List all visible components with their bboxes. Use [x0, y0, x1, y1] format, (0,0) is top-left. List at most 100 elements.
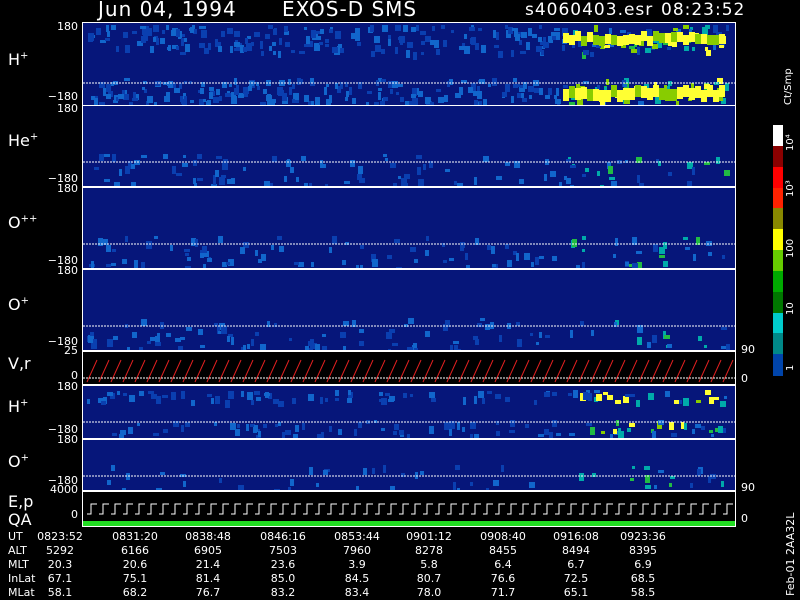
spectrogram-cell: [475, 43, 479, 50]
spectrogram-cell: [637, 338, 642, 344]
spectrogram: [83, 236, 735, 268]
spectrogram-cell: [430, 40, 434, 45]
spectrogram-cell: [213, 97, 219, 103]
spectrogram-cell: [705, 47, 708, 51]
spectrogram-cell: [304, 95, 309, 102]
spectrogram-cell: [378, 88, 382, 91]
spectrogram-cell: [111, 25, 116, 30]
spectrogram-cell: [399, 36, 405, 43]
spectrogram-cell: [620, 30, 626, 33]
spectrogram-cell: [190, 100, 194, 103]
spectrogram-cell: [726, 344, 730, 350]
spectrogram-cell: [607, 395, 613, 400]
label-qa: QA: [8, 510, 32, 529]
spectrogram-cell: [658, 470, 664, 473]
spectrogram-cell: [695, 86, 701, 98]
spectrogram-cell: [632, 466, 635, 469]
spectrogram-cell: [154, 236, 158, 239]
spectrogram-cell: [593, 35, 599, 45]
cell-mlt: 20.3: [47, 558, 73, 571]
spectrogram-cell: [696, 400, 701, 403]
spectrogram-cell: [275, 424, 278, 427]
spectrogram-cell: [623, 35, 629, 45]
spectrogram-cell: [701, 34, 707, 44]
spectrogram-cell: [526, 42, 530, 50]
spectrogram-cell: [320, 29, 324, 34]
spectrogram-cell: [367, 91, 372, 94]
spectrogram: [83, 25, 735, 105]
spectrogram-cell: [692, 429, 695, 434]
label-o-plus: O+: [8, 295, 29, 314]
spectrogram-cell: [659, 33, 665, 43]
mission-name: EXOS-D SMS: [282, 0, 418, 21]
spectrogram-cell: [462, 427, 465, 432]
spectrogram-cell: [707, 85, 713, 97]
spectrogram-cell: [453, 341, 459, 344]
spectrogram-cell: [665, 391, 670, 397]
spectrogram-cell: [544, 429, 549, 435]
spectrogram-cell: [611, 85, 617, 97]
cell-mlt: 5.8: [420, 558, 438, 571]
spectrogram-cell: [278, 90, 284, 96]
spectrogram-cell: [535, 257, 539, 265]
spectrogram-cell: [528, 86, 534, 92]
spectrogram-cell: [203, 99, 206, 102]
spectrogram-cell: [464, 46, 470, 54]
spectrogram-cell: [295, 100, 299, 103]
spectrogram-cell: [423, 164, 426, 170]
spectrogram-cell: [251, 400, 254, 405]
spectrogram-cell: [720, 401, 726, 407]
spectrogram-cell: [713, 25, 718, 33]
spectrogram-cell: [170, 245, 173, 251]
spectrogram-cell: [721, 346, 726, 349]
colorbar-label: 100: [785, 238, 796, 258]
spectrogram-cell: [487, 391, 492, 394]
spectrogram-cell: [464, 34, 467, 39]
spectrogram-cell: [605, 90, 611, 102]
spectrogram-cell: [185, 422, 190, 427]
spectrogram-cell: [627, 428, 631, 432]
spectrogram-cell: [107, 392, 113, 396]
spectrogram-cell: [254, 391, 260, 395]
spectrogram-cell: [652, 431, 656, 438]
spectrogram-cell: [296, 177, 299, 182]
spectrogram-cell: [374, 36, 380, 43]
spectrogram-cell: [180, 52, 186, 55]
tick-max: 180: [57, 264, 78, 277]
spectrogram-cell: [183, 481, 186, 487]
spectrogram-cell: [513, 78, 517, 82]
spectrogram-cell: [200, 88, 204, 94]
spectrogram-cell: [230, 423, 236, 430]
spectrogram-cell: [653, 85, 659, 97]
cell-inlat: 72.5: [563, 572, 589, 585]
spectrogram-cell: [383, 465, 386, 473]
spectrogram-cell: [309, 467, 313, 475]
spectrogram-cell: [669, 422, 674, 430]
spectrogram-cell: [258, 431, 261, 437]
cell-inlat: 75.1: [122, 572, 148, 585]
spectrogram-cell: [148, 391, 154, 394]
spectrogram-cell: [189, 28, 194, 31]
spectrogram-cell: [306, 36, 310, 44]
spectrogram-cell: [403, 393, 407, 398]
spectrogram-cell: [692, 47, 695, 51]
spectrogram-cell: [359, 329, 364, 333]
spectrogram-cell: [320, 397, 323, 404]
spectrogram-cell: [488, 84, 491, 87]
spectrogram-cell: [687, 181, 692, 186]
spectrogram-cell: [445, 169, 450, 172]
spectrogram-cell: [556, 433, 561, 436]
spectrogram-cell: [386, 332, 392, 339]
spectrogram-cell: [532, 34, 537, 38]
spectrogram-cell: [218, 46, 222, 52]
spectrogram-cell: [282, 96, 285, 101]
spectrogram-cell: [601, 431, 605, 434]
file-name: s4060403.esr: [525, 0, 654, 20]
spectrogram-cell: [441, 25, 445, 29]
cell-mlt: 21.4: [195, 558, 221, 571]
spectrogram-cell: [590, 427, 595, 435]
spectrogram-cell: [326, 84, 329, 87]
spectrogram-cell: [548, 88, 552, 95]
spectrogram-cell: [473, 336, 478, 340]
spectrogram-cell: [420, 471, 424, 475]
